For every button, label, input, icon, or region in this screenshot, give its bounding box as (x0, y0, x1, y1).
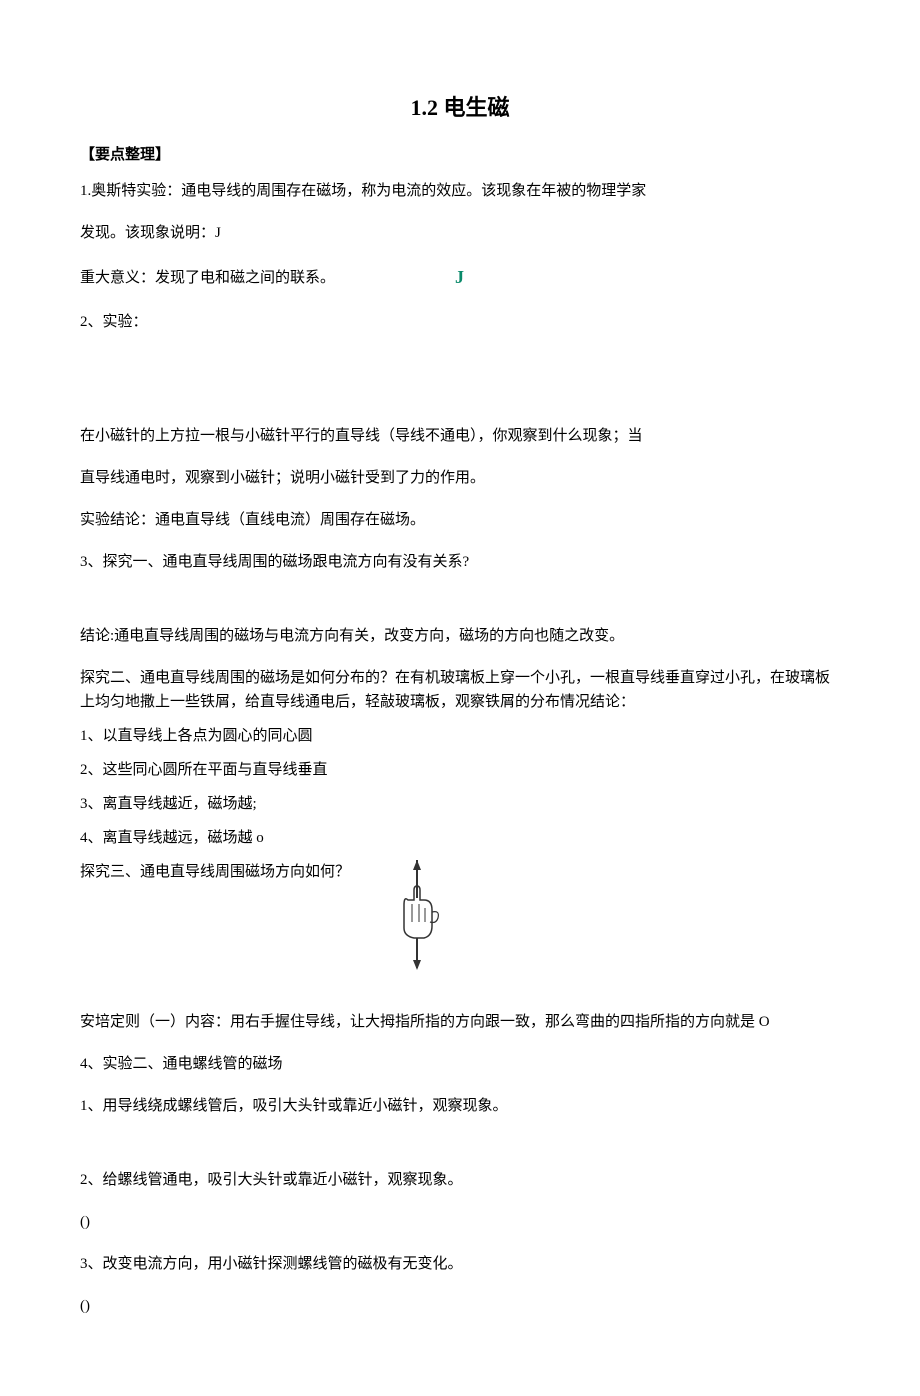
paragraph-9: 结论:通电直导线周围的磁场与电流方向有关，改变方向，磁场的方向也随之改变。 (80, 624, 840, 648)
paragraph-4: 2、实验： (80, 310, 840, 334)
parentheses-1: () (80, 1210, 840, 1234)
list-item-1: 1、以直导线上各点为圆心的同心圆 (80, 724, 840, 748)
paragraph-3: 重大意义：发现了电和磁之间的联系。 (80, 266, 335, 290)
document-title: 1.2 电生磁 (80, 90, 840, 125)
parentheses-2: () (80, 1294, 840, 1318)
inquiry-3-row: 探究三、通电直导线周围磁场方向如何？ (80, 860, 840, 970)
list-item-2: 2、这些同心圆所在平面与直导线垂直 (80, 758, 840, 782)
j-symbol: J (455, 263, 464, 292)
paragraph-3-row: 重大意义：发现了电和磁之间的联系。 J (80, 263, 840, 292)
paragraph-8: 3、探究一、通电直导线周围的磁场跟电流方向有没有关系? (80, 550, 840, 574)
paragraph-13: 4、实验二、通电螺线管的磁场 (80, 1052, 840, 1076)
list-item-4: 4、离直导线越远，磁场越 o (80, 826, 840, 850)
section-header: 【要点整理】 (80, 143, 840, 167)
paragraph-12: 安培定则（一）内容：用右手握住导线，让大拇指所指的方向跟一致，那么弯曲的四指所指… (80, 1010, 840, 1034)
paragraph-2: 发现。该现象说明：J (80, 221, 840, 245)
paragraph-15: 2、给螺线管通电，吸引大头针或靠近小磁针，观察现象。 (80, 1168, 840, 1192)
list-item-3: 3、离直导线越近，磁场越; (80, 792, 840, 816)
paragraph-11: 探究三、通电直导线周围磁场方向如何？ (80, 860, 350, 884)
paragraph-6: 直导线通电时，观察到小磁针；说明小磁针受到了力的作用。 (80, 466, 840, 490)
paragraph-1: 1.奥斯特实验：通电导线的周围存在磁场，称为电流的效应。该现象在年被的物理学家 (80, 179, 840, 203)
paragraph-5: 在小磁针的上方拉一根与小磁针平行的直导线（导线不通电），你观察到什么现象；当 (80, 424, 840, 448)
paragraph-7: 实验结论：通电直导线（直线电流）周围存在磁场。 (80, 508, 840, 532)
paragraph-10: 探究二、通电直导线周围的磁场是如何分布的？在有机玻璃板上穿一个小孔，一根直导线垂… (80, 666, 840, 714)
paragraph-14: 1、用导线绕成螺线管后，吸引大头针或靠近小磁针，观察现象。 (80, 1094, 840, 1118)
paragraph-16: 3、改变电流方向，用小磁针探测螺线管的磁极有无变化。 (80, 1252, 840, 1276)
right-hand-rule-icon (390, 860, 450, 970)
